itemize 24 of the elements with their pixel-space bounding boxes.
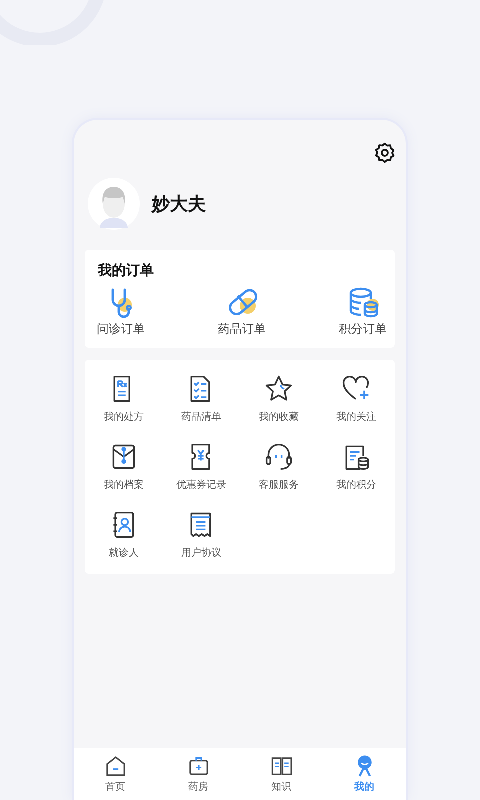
service-item[interactable]: 我的关注: [318, 374, 395, 424]
order-item[interactable]: 积分订单: [339, 286, 387, 338]
service-item[interactable]: 我的积分: [318, 442, 395, 492]
service-item[interactable]: 我的处方: [85, 374, 162, 424]
service-item[interactable]: 客服服务: [240, 442, 318, 492]
order-item[interactable]: 药品订单: [218, 286, 266, 338]
service-item[interactable]: 优惠券记录: [162, 442, 240, 492]
order-item[interactable]: 问诊订单: [97, 286, 145, 338]
service-item[interactable]: 用户协议: [162, 510, 240, 560]
headset-icon: [264, 442, 294, 472]
coins-icon: [347, 286, 379, 318]
section-title: 我的订单: [96, 262, 155, 280]
pill-icon: [226, 286, 258, 318]
star-icon: [264, 374, 294, 404]
service-item[interactable]: 药品清单: [162, 374, 240, 424]
settings-icon[interactable]: [374, 142, 396, 164]
house-icon: [104, 754, 128, 778]
tab[interactable]: 药房: [157, 754, 240, 794]
service-item[interactable]: 我的档案: [85, 442, 162, 492]
service-item[interactable]: 我的收藏: [240, 374, 318, 424]
tab[interactable]: 首页: [74, 754, 157, 794]
tab[interactable]: 知识: [240, 754, 323, 794]
user-name: 妙大夫: [152, 193, 206, 216]
service-item[interactable]: 就诊人: [85, 510, 162, 560]
